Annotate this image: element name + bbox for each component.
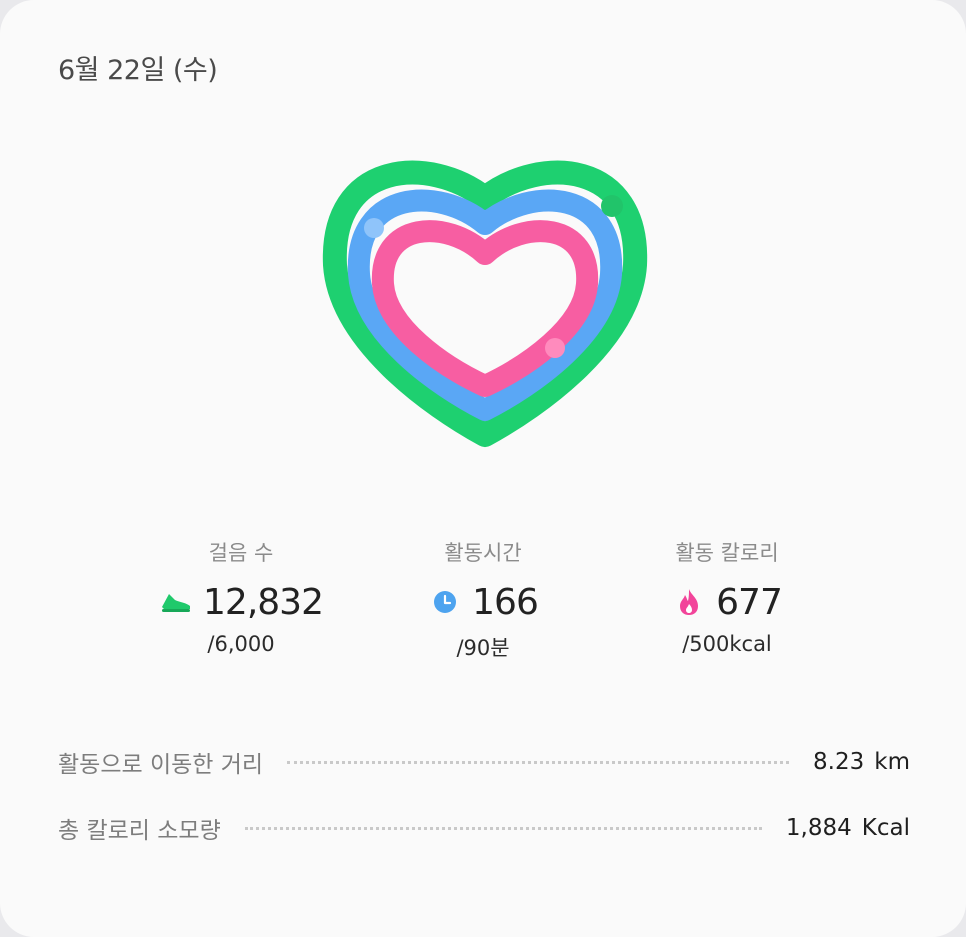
flame-icon xyxy=(672,585,706,619)
steps-goal: /6,000 xyxy=(207,632,275,656)
heart-rings-icon xyxy=(322,160,648,447)
shoe-icon xyxy=(159,585,193,619)
distance-label: 활동으로 이동한 거리 xyxy=(58,752,264,778)
total-calories-unit: Kcal xyxy=(861,815,910,841)
steps-value: 12,832 xyxy=(203,581,324,623)
active-time-goal: /90분 xyxy=(456,636,510,660)
distance-value-group: 8.23 km xyxy=(813,749,910,775)
steps-ring-cap xyxy=(601,195,623,217)
distance-row: 활동으로 이동한 거리 8.23 km xyxy=(58,742,910,782)
steps-label: 걸음 수 xyxy=(208,541,274,565)
active-time-ring-cap xyxy=(364,218,384,238)
clock-icon xyxy=(428,585,462,619)
active-calories-value: 677 xyxy=(716,581,783,623)
activity-card: 6월 22일 (수) 걸음 수 12,832 /6,000 활동시간 166 /… xyxy=(0,0,966,937)
date-label: 6월 22일 (수) xyxy=(58,55,218,86)
active-calories-goal: /500kcal xyxy=(682,632,772,656)
distance-value: 8.23 xyxy=(813,749,865,775)
dotted-divider xyxy=(244,826,762,830)
total-calories-row: 총 칼로리 소모량 1,884 Kcal xyxy=(58,808,910,848)
active-time-label: 활동시간 xyxy=(444,541,522,565)
active-time-stat[interactable]: 활동시간 166 /90분 xyxy=(363,538,603,662)
active-time-value: 166 xyxy=(472,581,539,623)
steps-stat[interactable]: 걸음 수 12,832 /6,000 xyxy=(121,538,361,656)
active-calories-stat[interactable]: 활동 칼로리 677 /500kcal xyxy=(607,538,847,656)
total-calories-value-group: 1,884 Kcal xyxy=(786,815,910,841)
total-calories-label: 총 칼로리 소모량 xyxy=(58,818,221,844)
activity-heart-rings xyxy=(300,150,670,470)
active-calories-label: 활동 칼로리 xyxy=(675,541,779,565)
total-calories-value: 1,884 xyxy=(785,815,852,841)
dotted-divider xyxy=(287,760,790,764)
distance-unit: km xyxy=(874,749,910,775)
active-calories-ring-cap xyxy=(545,338,565,358)
